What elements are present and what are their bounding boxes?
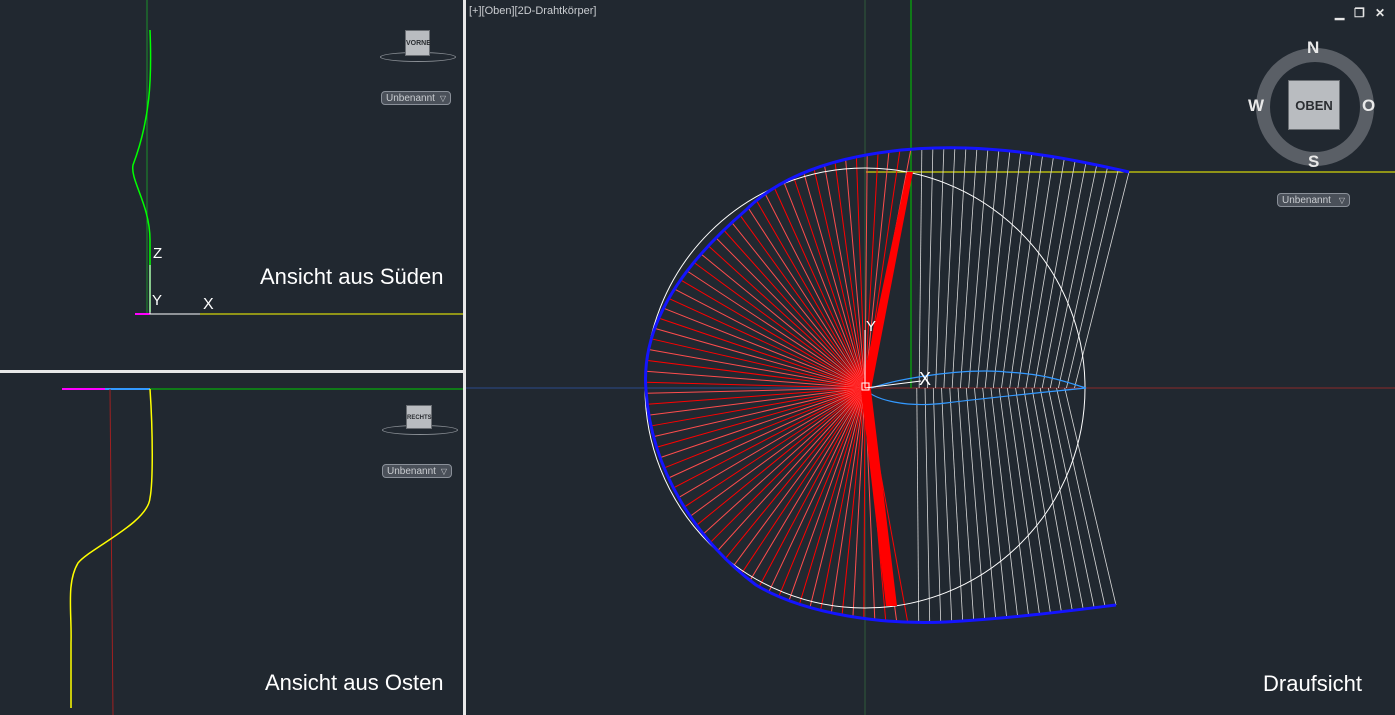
fan-line-red — [841, 387, 866, 615]
top-ucs-y-label: Y — [866, 318, 877, 335]
fan-line-white — [960, 148, 978, 389]
fan-line-white — [1039, 387, 1084, 610]
named-view-label: Unbenannt — [386, 93, 435, 104]
fan-line-red — [702, 387, 866, 535]
fan-line-white — [1056, 387, 1106, 607]
viewcube-face-rechts[interactable]: RECHTS — [406, 405, 432, 429]
fan-line-white — [1009, 155, 1043, 389]
fan-line-white — [1031, 387, 1073, 611]
minimize-icon[interactable]: ▁ — [1335, 6, 1344, 20]
fan-line-red — [683, 387, 866, 508]
viewport-top[interactable]: Y X OBEN N S W O Unbenannt ▽ Draufsicht — [466, 0, 1395, 715]
top-ucs-x-label: X — [919, 369, 932, 389]
fan-line-white — [965, 387, 986, 620]
viewcube-south[interactable]: VORNE — [380, 28, 456, 68]
fan-line-white — [1064, 387, 1117, 606]
fan-line-red — [654, 327, 866, 389]
ucs-z-label: Z — [153, 245, 163, 262]
chevron-down-icon: ▽ — [440, 467, 447, 476]
fan-line-white — [1017, 156, 1054, 389]
named-view-label: Unbenannt — [1282, 195, 1331, 206]
fan-line-white — [941, 387, 953, 622]
viewcube-face-oben[interactable]: OBEN — [1288, 80, 1340, 130]
viewcube-east[interactable]: RECHTS — [382, 401, 458, 441]
fan-line-white — [924, 387, 931, 623]
fan-line-white — [968, 149, 989, 389]
viewcube-top[interactable]: OBEN N S W O — [1246, 38, 1381, 175]
fan-line-white — [974, 387, 997, 619]
named-view-dropdown-top[interactable]: Unbenannt ▽ — [1277, 193, 1350, 207]
viewport-south[interactable]: Z Y X VORNE Unbenannt ▽ Ansicht aus Süde… — [0, 0, 463, 370]
fan-line-red — [673, 387, 866, 489]
ucs-x-label: X — [203, 296, 214, 313]
compass-west[interactable]: W — [1248, 96, 1264, 116]
named-view-dropdown-south[interactable]: Unbenannt ▽ — [381, 91, 451, 105]
fan-line-white — [1015, 387, 1051, 614]
viewport-controls-label[interactable]: [+][Oben][2D-Drahtkörper] — [469, 5, 596, 17]
named-view-label: Unbenannt — [387, 466, 436, 477]
fan-line-white — [916, 387, 920, 623]
fan-line-white — [951, 147, 967, 389]
named-view-dropdown-east[interactable]: Unbenannt ▽ — [382, 464, 452, 478]
compass-east[interactable]: O — [1362, 96, 1375, 116]
fan-line-red — [768, 387, 866, 593]
chevron-down-icon: ▽ — [1338, 196, 1345, 205]
fan-line-white — [1041, 162, 1087, 389]
chevron-down-icon: ▽ — [439, 94, 446, 103]
viewport-label-top: Draufsicht — [1263, 671, 1363, 696]
compass-south[interactable]: S — [1308, 152, 1319, 172]
fan-line-white — [918, 148, 923, 389]
fan-line-white — [976, 149, 1000, 389]
fan-line-red — [788, 387, 866, 601]
fan-line-white — [1025, 158, 1065, 389]
fan-line-red — [749, 387, 866, 581]
viewcube-face-vorne[interactable]: VORNE — [405, 30, 431, 56]
viewport-label-east: Ansicht aus Osten — [265, 670, 444, 695]
restore-icon[interactable]: ❐ — [1354, 6, 1365, 20]
fan-line-white — [943, 147, 956, 389]
fan-line-white — [935, 147, 945, 389]
viewport-east[interactable]: RECHTS Unbenannt ▽ Ansicht aus Osten — [0, 373, 463, 715]
close-icon[interactable]: ✕ — [1375, 6, 1385, 20]
fan-line-white — [932, 387, 942, 623]
ucs-y-label: Y — [152, 292, 163, 309]
fan-line-white — [1033, 160, 1076, 389]
fan-line-white — [926, 148, 934, 389]
viewport-label-south: Ansicht aus Süden — [260, 264, 444, 289]
fan-line-red — [696, 387, 866, 526]
fan-line-white — [1066, 169, 1119, 389]
fan-line-red — [653, 387, 866, 438]
fan-line-red — [656, 387, 866, 448]
compass-north[interactable]: N — [1307, 38, 1319, 58]
fan-line-red — [823, 165, 866, 389]
fan-line-red — [660, 387, 866, 459]
fan-line-white — [1006, 387, 1040, 615]
